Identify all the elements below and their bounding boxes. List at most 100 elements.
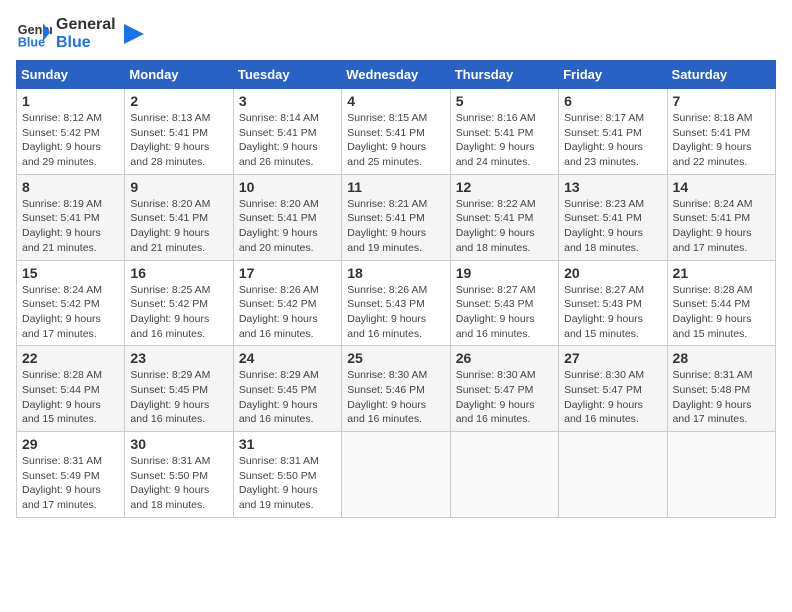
- day-detail: Sunrise: 8:14 AMSunset: 5:41 PMDaylight:…: [239, 112, 319, 168]
- day-number: 11: [347, 179, 444, 195]
- calendar-cell: [450, 432, 558, 518]
- logo: General Blue General Blue: [16, 16, 148, 52]
- day-detail: Sunrise: 8:21 AMSunset: 5:41 PMDaylight:…: [347, 198, 427, 254]
- calendar-cell: 27 Sunrise: 8:30 AMSunset: 5:47 PMDaylig…: [559, 346, 667, 432]
- day-number: 18: [347, 265, 444, 281]
- day-number: 7: [673, 93, 770, 109]
- day-number: 16: [130, 265, 227, 281]
- calendar-week-3: 15 Sunrise: 8:24 AMSunset: 5:42 PMDaylig…: [17, 260, 776, 346]
- logo-arrow-icon: [120, 20, 148, 48]
- calendar-cell: 2 Sunrise: 8:13 AMSunset: 5:41 PMDayligh…: [125, 89, 233, 175]
- calendar-cell: 21 Sunrise: 8:28 AMSunset: 5:44 PMDaylig…: [667, 260, 775, 346]
- day-number: 3: [239, 93, 336, 109]
- calendar-cell: 22 Sunrise: 8:28 AMSunset: 5:44 PMDaylig…: [17, 346, 125, 432]
- calendar-cell: 7 Sunrise: 8:18 AMSunset: 5:41 PMDayligh…: [667, 89, 775, 175]
- day-number: 6: [564, 93, 661, 109]
- day-detail: Sunrise: 8:20 AMSunset: 5:41 PMDaylight:…: [130, 198, 210, 254]
- weekday-header-thursday: Thursday: [450, 61, 558, 89]
- day-detail: Sunrise: 8:30 AMSunset: 5:47 PMDaylight:…: [456, 369, 536, 425]
- day-detail: Sunrise: 8:27 AMSunset: 5:43 PMDaylight:…: [456, 284, 536, 340]
- logo-general: General: [56, 16, 116, 34]
- calendar-cell: [667, 432, 775, 518]
- day-detail: Sunrise: 8:23 AMSunset: 5:41 PMDaylight:…: [564, 198, 644, 254]
- calendar-week-1: 1 Sunrise: 8:12 AMSunset: 5:42 PMDayligh…: [17, 89, 776, 175]
- calendar-cell: 1 Sunrise: 8:12 AMSunset: 5:42 PMDayligh…: [17, 89, 125, 175]
- day-number: 24: [239, 350, 336, 366]
- day-number: 29: [22, 436, 119, 452]
- day-detail: Sunrise: 8:12 AMSunset: 5:42 PMDaylight:…: [22, 112, 102, 168]
- day-number: 19: [456, 265, 553, 281]
- day-detail: Sunrise: 8:28 AMSunset: 5:44 PMDaylight:…: [673, 284, 753, 340]
- calendar-cell: 29 Sunrise: 8:31 AMSunset: 5:49 PMDaylig…: [17, 432, 125, 518]
- day-detail: Sunrise: 8:15 AMSunset: 5:41 PMDaylight:…: [347, 112, 427, 168]
- calendar-cell: 13 Sunrise: 8:23 AMSunset: 5:41 PMDaylig…: [559, 174, 667, 260]
- day-number: 14: [673, 179, 770, 195]
- day-number: 20: [564, 265, 661, 281]
- calendar-header-row: SundayMondayTuesdayWednesdayThursdayFrid…: [17, 61, 776, 89]
- weekday-header-wednesday: Wednesday: [342, 61, 450, 89]
- day-number: 2: [130, 93, 227, 109]
- day-detail: Sunrise: 8:31 AMSunset: 5:50 PMDaylight:…: [130, 455, 210, 511]
- day-detail: Sunrise: 8:28 AMSunset: 5:44 PMDaylight:…: [22, 369, 102, 425]
- day-number: 26: [456, 350, 553, 366]
- day-number: 8: [22, 179, 119, 195]
- day-number: 31: [239, 436, 336, 452]
- day-detail: Sunrise: 8:27 AMSunset: 5:43 PMDaylight:…: [564, 284, 644, 340]
- calendar-cell: 18 Sunrise: 8:26 AMSunset: 5:43 PMDaylig…: [342, 260, 450, 346]
- calendar-cell: 20 Sunrise: 8:27 AMSunset: 5:43 PMDaylig…: [559, 260, 667, 346]
- day-detail: Sunrise: 8:20 AMSunset: 5:41 PMDaylight:…: [239, 198, 319, 254]
- day-detail: Sunrise: 8:19 AMSunset: 5:41 PMDaylight:…: [22, 198, 102, 254]
- day-detail: Sunrise: 8:25 AMSunset: 5:42 PMDaylight:…: [130, 284, 210, 340]
- calendar-cell: 28 Sunrise: 8:31 AMSunset: 5:48 PMDaylig…: [667, 346, 775, 432]
- day-detail: Sunrise: 8:31 AMSunset: 5:49 PMDaylight:…: [22, 455, 102, 511]
- calendar-cell: 30 Sunrise: 8:31 AMSunset: 5:50 PMDaylig…: [125, 432, 233, 518]
- day-number: 28: [673, 350, 770, 366]
- calendar-cell: 17 Sunrise: 8:26 AMSunset: 5:42 PMDaylig…: [233, 260, 341, 346]
- calendar-cell: 6 Sunrise: 8:17 AMSunset: 5:41 PMDayligh…: [559, 89, 667, 175]
- calendar-cell: 25 Sunrise: 8:30 AMSunset: 5:46 PMDaylig…: [342, 346, 450, 432]
- day-number: 4: [347, 93, 444, 109]
- day-detail: Sunrise: 8:30 AMSunset: 5:47 PMDaylight:…: [564, 369, 644, 425]
- day-number: 5: [456, 93, 553, 109]
- calendar-week-2: 8 Sunrise: 8:19 AMSunset: 5:41 PMDayligh…: [17, 174, 776, 260]
- weekday-header-monday: Monday: [125, 61, 233, 89]
- day-number: 17: [239, 265, 336, 281]
- calendar-cell: 12 Sunrise: 8:22 AMSunset: 5:41 PMDaylig…: [450, 174, 558, 260]
- day-detail: Sunrise: 8:26 AMSunset: 5:42 PMDaylight:…: [239, 284, 319, 340]
- calendar-table: SundayMondayTuesdayWednesdayThursdayFrid…: [16, 60, 776, 518]
- header: General Blue General Blue: [16, 16, 776, 52]
- day-number: 1: [22, 93, 119, 109]
- day-detail: Sunrise: 8:31 AMSunset: 5:48 PMDaylight:…: [673, 369, 753, 425]
- day-detail: Sunrise: 8:30 AMSunset: 5:46 PMDaylight:…: [347, 369, 427, 425]
- day-detail: Sunrise: 8:13 AMSunset: 5:41 PMDaylight:…: [130, 112, 210, 168]
- calendar-cell: 3 Sunrise: 8:14 AMSunset: 5:41 PMDayligh…: [233, 89, 341, 175]
- day-detail: Sunrise: 8:17 AMSunset: 5:41 PMDaylight:…: [564, 112, 644, 168]
- weekday-header-tuesday: Tuesday: [233, 61, 341, 89]
- calendar-cell: 10 Sunrise: 8:20 AMSunset: 5:41 PMDaylig…: [233, 174, 341, 260]
- day-number: 23: [130, 350, 227, 366]
- day-number: 30: [130, 436, 227, 452]
- logo-icon: General Blue: [16, 16, 52, 52]
- calendar-cell: 9 Sunrise: 8:20 AMSunset: 5:41 PMDayligh…: [125, 174, 233, 260]
- day-detail: Sunrise: 8:18 AMSunset: 5:41 PMDaylight:…: [673, 112, 753, 168]
- day-detail: Sunrise: 8:31 AMSunset: 5:50 PMDaylight:…: [239, 455, 319, 511]
- calendar-cell: [342, 432, 450, 518]
- calendar-cell: 19 Sunrise: 8:27 AMSunset: 5:43 PMDaylig…: [450, 260, 558, 346]
- calendar-body: 1 Sunrise: 8:12 AMSunset: 5:42 PMDayligh…: [17, 89, 776, 518]
- day-detail: Sunrise: 8:24 AMSunset: 5:42 PMDaylight:…: [22, 284, 102, 340]
- weekday-header-sunday: Sunday: [17, 61, 125, 89]
- day-detail: Sunrise: 8:29 AMSunset: 5:45 PMDaylight:…: [130, 369, 210, 425]
- calendar-cell: 5 Sunrise: 8:16 AMSunset: 5:41 PMDayligh…: [450, 89, 558, 175]
- day-detail: Sunrise: 8:26 AMSunset: 5:43 PMDaylight:…: [347, 284, 427, 340]
- calendar-cell: 15 Sunrise: 8:24 AMSunset: 5:42 PMDaylig…: [17, 260, 125, 346]
- day-detail: Sunrise: 8:22 AMSunset: 5:41 PMDaylight:…: [456, 198, 536, 254]
- day-detail: Sunrise: 8:24 AMSunset: 5:41 PMDaylight:…: [673, 198, 753, 254]
- logo-blue: Blue: [56, 34, 116, 52]
- weekday-header-friday: Friday: [559, 61, 667, 89]
- day-number: 9: [130, 179, 227, 195]
- day-number: 21: [673, 265, 770, 281]
- calendar-cell: 31 Sunrise: 8:31 AMSunset: 5:50 PMDaylig…: [233, 432, 341, 518]
- weekday-header-saturday: Saturday: [667, 61, 775, 89]
- calendar-cell: 26 Sunrise: 8:30 AMSunset: 5:47 PMDaylig…: [450, 346, 558, 432]
- calendar-cell: 23 Sunrise: 8:29 AMSunset: 5:45 PMDaylig…: [125, 346, 233, 432]
